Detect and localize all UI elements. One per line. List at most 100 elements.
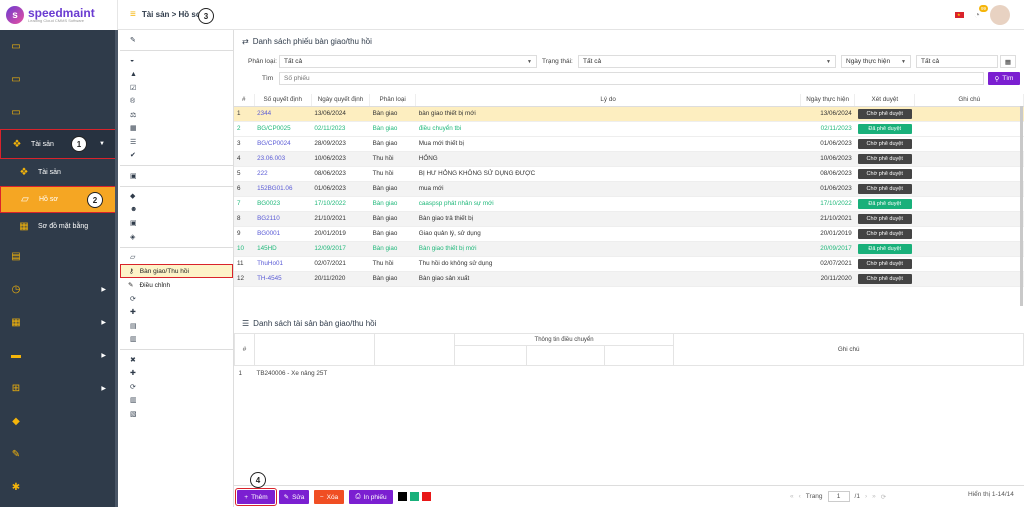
decision-code-link[interactable]: 2344 <box>254 106 312 122</box>
decision-code-link[interactable]: 145HD <box>254 241 312 257</box>
registered-icon[interactable]: ® <box>120 95 233 109</box>
medkit-icon[interactable]: ✚ <box>120 306 233 320</box>
sidebar-item-assets[interactable]: ❖ Tài sản ▼ 1 <box>0 129 118 159</box>
nav-settings[interactable]: ✱ <box>0 471 118 504</box>
subnav-item-handover[interactable]: ⚷ Bàn giao/Thu hồi 3 <box>120 8 233 278</box>
sidebar-item-records[interactable]: ▱ Hồ sơ 2 <box>0 186 118 213</box>
color-swatch-red[interactable] <box>422 492 431 501</box>
table-row[interactable]: 3 BG/CP0024 28/09/2023 Bàn giao Mua mới … <box>234 136 1024 152</box>
color-swatch-black[interactable] <box>398 492 407 501</box>
decision-code-link[interactable]: 23.06.003 <box>254 151 312 167</box>
nav-report[interactable]: ▭ <box>0 96 118 129</box>
column-header[interactable]: Ghi chú <box>914 94 1024 107</box>
status-select[interactable]: Tất cả ▼ <box>578 55 836 68</box>
edit-button[interactable]: ✎ Sửa <box>279 490 309 504</box>
column-header[interactable]: Phân loại <box>369 94 417 107</box>
table-row[interactable]: 4 23.06.003 10/06/2023 Thu hồi HỎNG 10/0… <box>234 151 1024 167</box>
column-header[interactable]: Xét duyệt <box>854 94 916 107</box>
refresh-icon[interactable]: ⟳ <box>120 380 233 394</box>
asset-link[interactable]: TB240006 - Xe nâng 25T <box>254 366 526 381</box>
page-input[interactable]: 1 <box>827 491 850 502</box>
refresh-icon[interactable]: ⟳ <box>120 292 233 306</box>
decision-code-link[interactable]: BG2110 <box>254 211 312 227</box>
sidebar-item-floor-map[interactable]: ▦ Sơ đồ mặt bằng <box>0 213 118 240</box>
decision-code-link[interactable]: ThuHo01 <box>254 256 312 272</box>
nav-alerts[interactable]: ◆ <box>0 405 118 438</box>
plus-icon[interactable]: ✚ <box>120 367 233 381</box>
tags-icon[interactable]: ◆ <box>120 190 233 204</box>
table-row[interactable]: 6 152BG01.06 01/06/2023 Bàn giao mua mới… <box>234 181 1024 197</box>
first-page-icon[interactable]: « <box>790 493 794 500</box>
calendar-icon[interactable]: ▦ <box>120 122 233 136</box>
dashboard-icon[interactable]: ◒ <box>120 54 233 68</box>
add-button[interactable]: + Thêm <box>235 488 277 506</box>
decision-code-link[interactable]: TH-4545 <box>254 271 312 287</box>
type-select[interactable]: Tất cả ▼ <box>279 55 537 68</box>
sidebar-scrollbar[interactable] <box>115 30 118 507</box>
logo[interactable]: s speedmaint Leading Cloud CMMS Software <box>0 0 118 30</box>
cube-icon[interactable]: ◈ <box>120 230 233 244</box>
refresh-icon[interactable]: ⟳ <box>881 493 886 501</box>
search-input[interactable] <box>279 72 984 85</box>
menu-icon[interactable]: ≡ <box>130 9 136 20</box>
date-range-input[interactable]: Tất cả <box>916 55 998 68</box>
picture-icon[interactable]: ▧ <box>120 407 233 421</box>
table-row[interactable]: 2 BG/CP0025 02/11/2023 Bàn giao điều chu… <box>234 121 1024 137</box>
table-row[interactable]: 9 BG0001 20/01/2019 Bàn giao Giao quản l… <box>234 226 1024 242</box>
column-header[interactable]: Ngày quyết định <box>311 94 371 107</box>
table-scrollbar[interactable] <box>1020 106 1023 306</box>
nav-purchase[interactable]: ⊞ ▶ <box>0 372 118 405</box>
nav-screen[interactable]: ▭ <box>0 63 118 96</box>
prev-page-icon[interactable]: ‹ <box>799 493 801 500</box>
nav-dashboard[interactable]: ▭ <box>0 30 118 63</box>
column-header[interactable]: Lý do <box>415 94 801 107</box>
checkbox-icon[interactable]: ☑ <box>120 81 233 95</box>
column-header[interactable]: Ngày thực hiện <box>800 94 856 107</box>
notification-bell-icon[interactable]: ◔ 99 <box>974 4 988 21</box>
cash-icon[interactable]: ▣ <box>120 217 233 231</box>
decision-code-link[interactable]: BG/CP0024 <box>254 136 312 152</box>
decision-code-link[interactable]: 222 <box>254 166 312 182</box>
money-icon[interactable]: ▣ <box>120 169 233 183</box>
language-flag-icon[interactable] <box>954 12 964 18</box>
date-field-select[interactable]: Ngày thực hiện ▼ <box>841 55 911 68</box>
nav-tools[interactable]: ✎ <box>0 438 118 471</box>
table-row[interactable]: 1 TB240006 - Xe nâng 25T <box>235 366 1024 381</box>
avatar[interactable] <box>990 5 1010 25</box>
decision-code-link[interactable]: BG0023 <box>254 196 312 212</box>
last-page-icon[interactable]: » <box>872 493 876 500</box>
trash-icon[interactable]: ▥ <box>120 333 233 347</box>
edit-icon[interactable]: ✎ <box>120 33 233 47</box>
trash-icon[interactable]: ▥ <box>120 394 233 408</box>
check-icon[interactable]: ✔ <box>120 149 233 163</box>
table-row[interactable]: 5 222 08/06/2023 Thu hồi BỊ HƯ HỎNG KHÔN… <box>234 166 1024 182</box>
decision-code-link[interactable]: BG/CP0025 <box>254 121 312 137</box>
table-row[interactable]: 8 BG2110 21/10/2021 Bàn giao Bàn giao tr… <box>234 211 1024 227</box>
table-row[interactable]: 10 145HD 12/09/2017 Bàn giao Bàn giao th… <box>234 241 1024 257</box>
nav-docs[interactable]: ▤ <box>0 240 118 273</box>
color-swatch-green[interactable] <box>410 492 419 501</box>
nav-maintenance[interactable]: ◷ ▶ <box>0 273 118 306</box>
warning-icon[interactable]: ▲ <box>120 68 233 82</box>
table-row[interactable]: 1 2344 13/06/2024 Bàn giao bàn giao thiế… <box>234 106 1024 122</box>
sidebar-item-asset-list[interactable]: ❖ Tài sản <box>0 159 118 186</box>
table-row[interactable]: 7 BG0023 17/10/2022 Bàn giao caaspsp phá… <box>234 196 1024 212</box>
gift-icon[interactable]: ▤ <box>120 319 233 333</box>
nav-inventory[interactable]: ▬ ▶ <box>0 339 118 372</box>
balance-icon[interactable]: ⚖ <box>120 108 233 122</box>
nav-calendar[interactable]: ▦ ▶ <box>0 306 118 339</box>
list-icon[interactable]: ☰ <box>120 135 233 149</box>
print-button[interactable]: ⎙ In phiếu <box>349 490 393 504</box>
column-header[interactable]: Số quyết định <box>254 94 312 107</box>
decision-code-link[interactable]: BG0001 <box>254 226 312 242</box>
decision-code-link[interactable]: 152BG01.06 <box>254 181 312 197</box>
folder-icon[interactable]: ▱ <box>120 251 233 265</box>
delete-button[interactable]: − Xóa <box>314 490 344 504</box>
column-header[interactable]: # <box>234 94 255 107</box>
tools-icon[interactable]: ✖ <box>120 353 233 367</box>
calendar-button[interactable]: ▦ <box>1000 55 1016 68</box>
search-button[interactable]: ⚲ Tìm <box>988 72 1020 85</box>
next-page-icon[interactable]: › <box>865 493 867 500</box>
table-row[interactable]: 11 ThuHo01 02/07/2021 Thu hồi Thu hồi do… <box>234 256 1024 272</box>
table-row[interactable]: 12 TH-4545 20/11/2020 Bàn giao Bàn giao … <box>234 271 1024 287</box>
